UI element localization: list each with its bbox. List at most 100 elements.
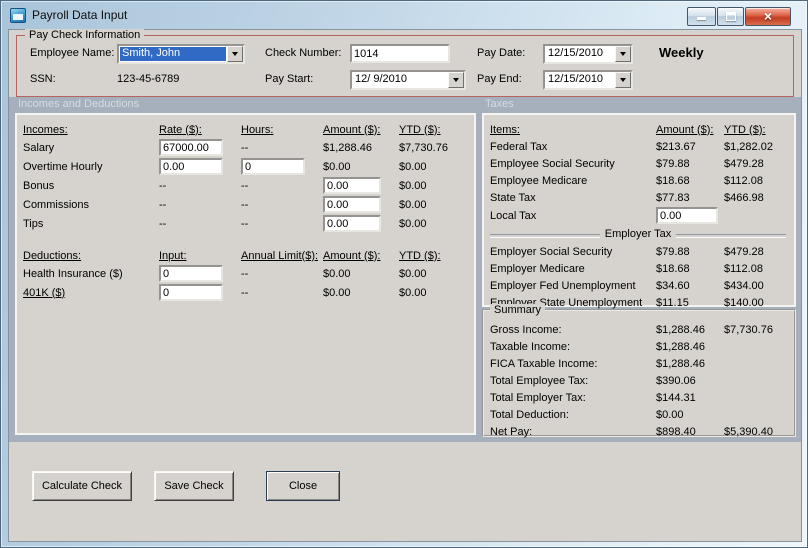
section-header-incomes-deductions: Incomes and Deductions <box>18 98 140 110</box>
summary-label: Taxable Income: <box>490 340 571 353</box>
employer-tax-divider: Employer Tax <box>490 225 786 243</box>
overtime-rate-input[interactable] <box>159 158 223 175</box>
caption-buttons: × <box>686 7 791 26</box>
pay-date-value: 12/15/2010 <box>548 47 604 59</box>
bonus-row: Bonus -- -- $0.00 <box>23 176 474 195</box>
total-employee-tax-row: Total Employee Tax: $390.06 <box>490 372 794 389</box>
pay-start-picker[interactable]: 12/ 9/2010 <box>350 70 466 90</box>
401k-amount: $0.00 <box>323 286 351 299</box>
employer-fed-unemployment-row: Employer Fed Unemployment $34.60 $434.00 <box>490 277 794 294</box>
401k-input[interactable] <box>159 284 223 301</box>
incomes-header-row: Incomes: Rate ($): Hours: Amount ($): YT… <box>23 121 474 138</box>
check-number-input[interactable] <box>350 44 450 63</box>
bonus-amount-input[interactable] <box>323 177 381 194</box>
window-body: Pay Check Information Employee Name: Smi… <box>8 29 802 542</box>
hours-col-header: Hours: <box>241 123 274 136</box>
overtime-label: Overtime Hourly <box>23 160 103 173</box>
pay-end-picker[interactable]: 12/15/2010 <box>543 70 633 90</box>
fica-taxable-income-row: FICA Taxable Income: $1,288.46 <box>490 355 794 372</box>
tax-ytd: $140.00 <box>724 296 764 309</box>
commissions-amount-input[interactable] <box>323 196 381 213</box>
commissions-row: Commissions -- -- $0.00 <box>23 195 474 214</box>
titlebar[interactable]: Payroll Data Input × <box>1 1 807 29</box>
total-deduction-row: Total Deduction: $0.00 <box>490 406 794 423</box>
window-title: Payroll Data Input <box>32 8 128 22</box>
tax-ytd: $1,282.02 <box>724 140 773 153</box>
employee-name-combobox[interactable]: Smith, John <box>117 44 245 64</box>
salary-amount: $1,288.46 <box>323 141 372 154</box>
save-check-button[interactable]: Save Check <box>154 471 234 501</box>
tax-amount: $11.15 <box>656 296 689 309</box>
section-header-taxes: Taxes <box>485 98 514 110</box>
paycheck-group-label: Pay Check Information <box>25 29 145 41</box>
tips-amount-input[interactable] <box>323 215 381 232</box>
deduction-ytd-col-header: YTD ($): <box>399 249 441 262</box>
tax-amount: $213.67 <box>656 140 696 153</box>
401k-ytd: $0.00 <box>399 286 427 299</box>
chevron-down-icon <box>620 52 626 56</box>
net-pay-row: Net Pay: $898.40 $5,390.40 <box>490 423 794 440</box>
rate-col-header: Rate ($): <box>159 123 202 136</box>
summary-label: Total Employee Tax: <box>490 374 589 387</box>
commissions-rate: -- <box>159 198 167 211</box>
employee-combo-dropdown-button[interactable] <box>227 46 243 62</box>
close-button[interactable]: Close <box>266 471 340 501</box>
local-tax-input[interactable] <box>656 207 718 224</box>
local-tax-row: Local Tax <box>490 206 794 225</box>
pay-start-dropdown-button[interactable] <box>448 72 464 88</box>
close-window-button[interactable]: × <box>745 7 791 26</box>
salary-rate-input[interactable] <box>159 139 223 156</box>
summary-amount: $390.06 <box>656 374 696 387</box>
summary-label: FICA Taxable Income: <box>490 357 598 370</box>
health-insurance-label: Health Insurance ($) <box>23 267 123 280</box>
tips-hours: -- <box>241 217 249 230</box>
health-insurance-input[interactable] <box>159 265 223 282</box>
tax-label: Employee Medicare <box>490 174 588 187</box>
pay-end-label: Pay End: <box>477 73 522 85</box>
commissions-ytd: $0.00 <box>399 198 427 211</box>
summary-amount: $1,288.46 <box>656 340 705 353</box>
app-icon <box>10 8 26 23</box>
pay-end-dropdown-button[interactable] <box>615 72 631 88</box>
employee-ss-row: Employee Social Security $79.88 $479.28 <box>490 155 794 172</box>
summary-group: Summary Gross Income: $1,288.46 $7,730.7… <box>482 304 796 440</box>
taxes-panel: Items: Amount ($): YTD ($): Federal Tax … <box>482 113 796 309</box>
total-employer-tax-row: Total Employer Tax: $144.31 <box>490 389 794 406</box>
overtime-ytd: $0.00 <box>399 160 427 173</box>
summary-amount: $1,288.46 <box>656 323 705 336</box>
401k-limit: -- <box>241 286 249 299</box>
pay-frequency-label: Weekly <box>659 45 704 60</box>
pay-date-dropdown-button[interactable] <box>615 46 631 62</box>
tax-amount-col-header: Amount ($): <box>656 123 714 136</box>
overtime-amount: $0.00 <box>323 160 351 173</box>
tax-amount: $79.88 <box>656 245 690 258</box>
state-tax-row: State Tax $77.83 $466.98 <box>490 189 794 206</box>
summary-amount: $144.31 <box>656 391 696 404</box>
overtime-hours-input[interactable] <box>241 158 305 175</box>
health-insurance-row: Health Insurance ($) -- $0.00 $0.00 <box>23 264 474 283</box>
input-col-header: Input: <box>159 249 187 262</box>
summary-amount: $898.40 <box>656 425 696 438</box>
tips-ytd: $0.00 <box>399 217 427 230</box>
close-icon: × <box>763 8 773 24</box>
maximize-icon <box>725 12 736 21</box>
gross-income-row: Gross Income: $1,288.46 $7,730.76 <box>490 321 794 338</box>
bonus-rate: -- <box>159 179 167 192</box>
commissions-label: Commissions <box>23 198 90 211</box>
incomes-deductions-panel: Incomes: Rate ($): Hours: Amount ($): YT… <box>15 113 476 435</box>
health-insurance-ytd: $0.00 <box>399 267 427 280</box>
calculate-check-button[interactable]: Calculate Check <box>32 471 132 501</box>
chevron-down-icon <box>232 52 238 56</box>
401k-row: 401K ($) -- $0.00 $0.00 <box>23 283 474 302</box>
tax-label: Federal Tax <box>490 140 548 153</box>
pay-date-picker[interactable]: 12/15/2010 <box>543 44 633 64</box>
employer-ss-row: Employer Social Security $79.88 $479.28 <box>490 243 794 260</box>
minimize-button[interactable] <box>687 7 716 26</box>
tax-amount: $79.88 <box>656 157 690 170</box>
summary-label: Gross Income: <box>490 323 562 336</box>
overtime-row: Overtime Hourly $0.00 $0.00 <box>23 157 474 176</box>
tax-label: State Tax <box>490 191 536 204</box>
maximize-button[interactable] <box>717 7 744 26</box>
federal-tax-row: Federal Tax $213.67 $1,282.02 <box>490 138 794 155</box>
tax-label: Employer Fed Unemployment <box>490 279 636 292</box>
